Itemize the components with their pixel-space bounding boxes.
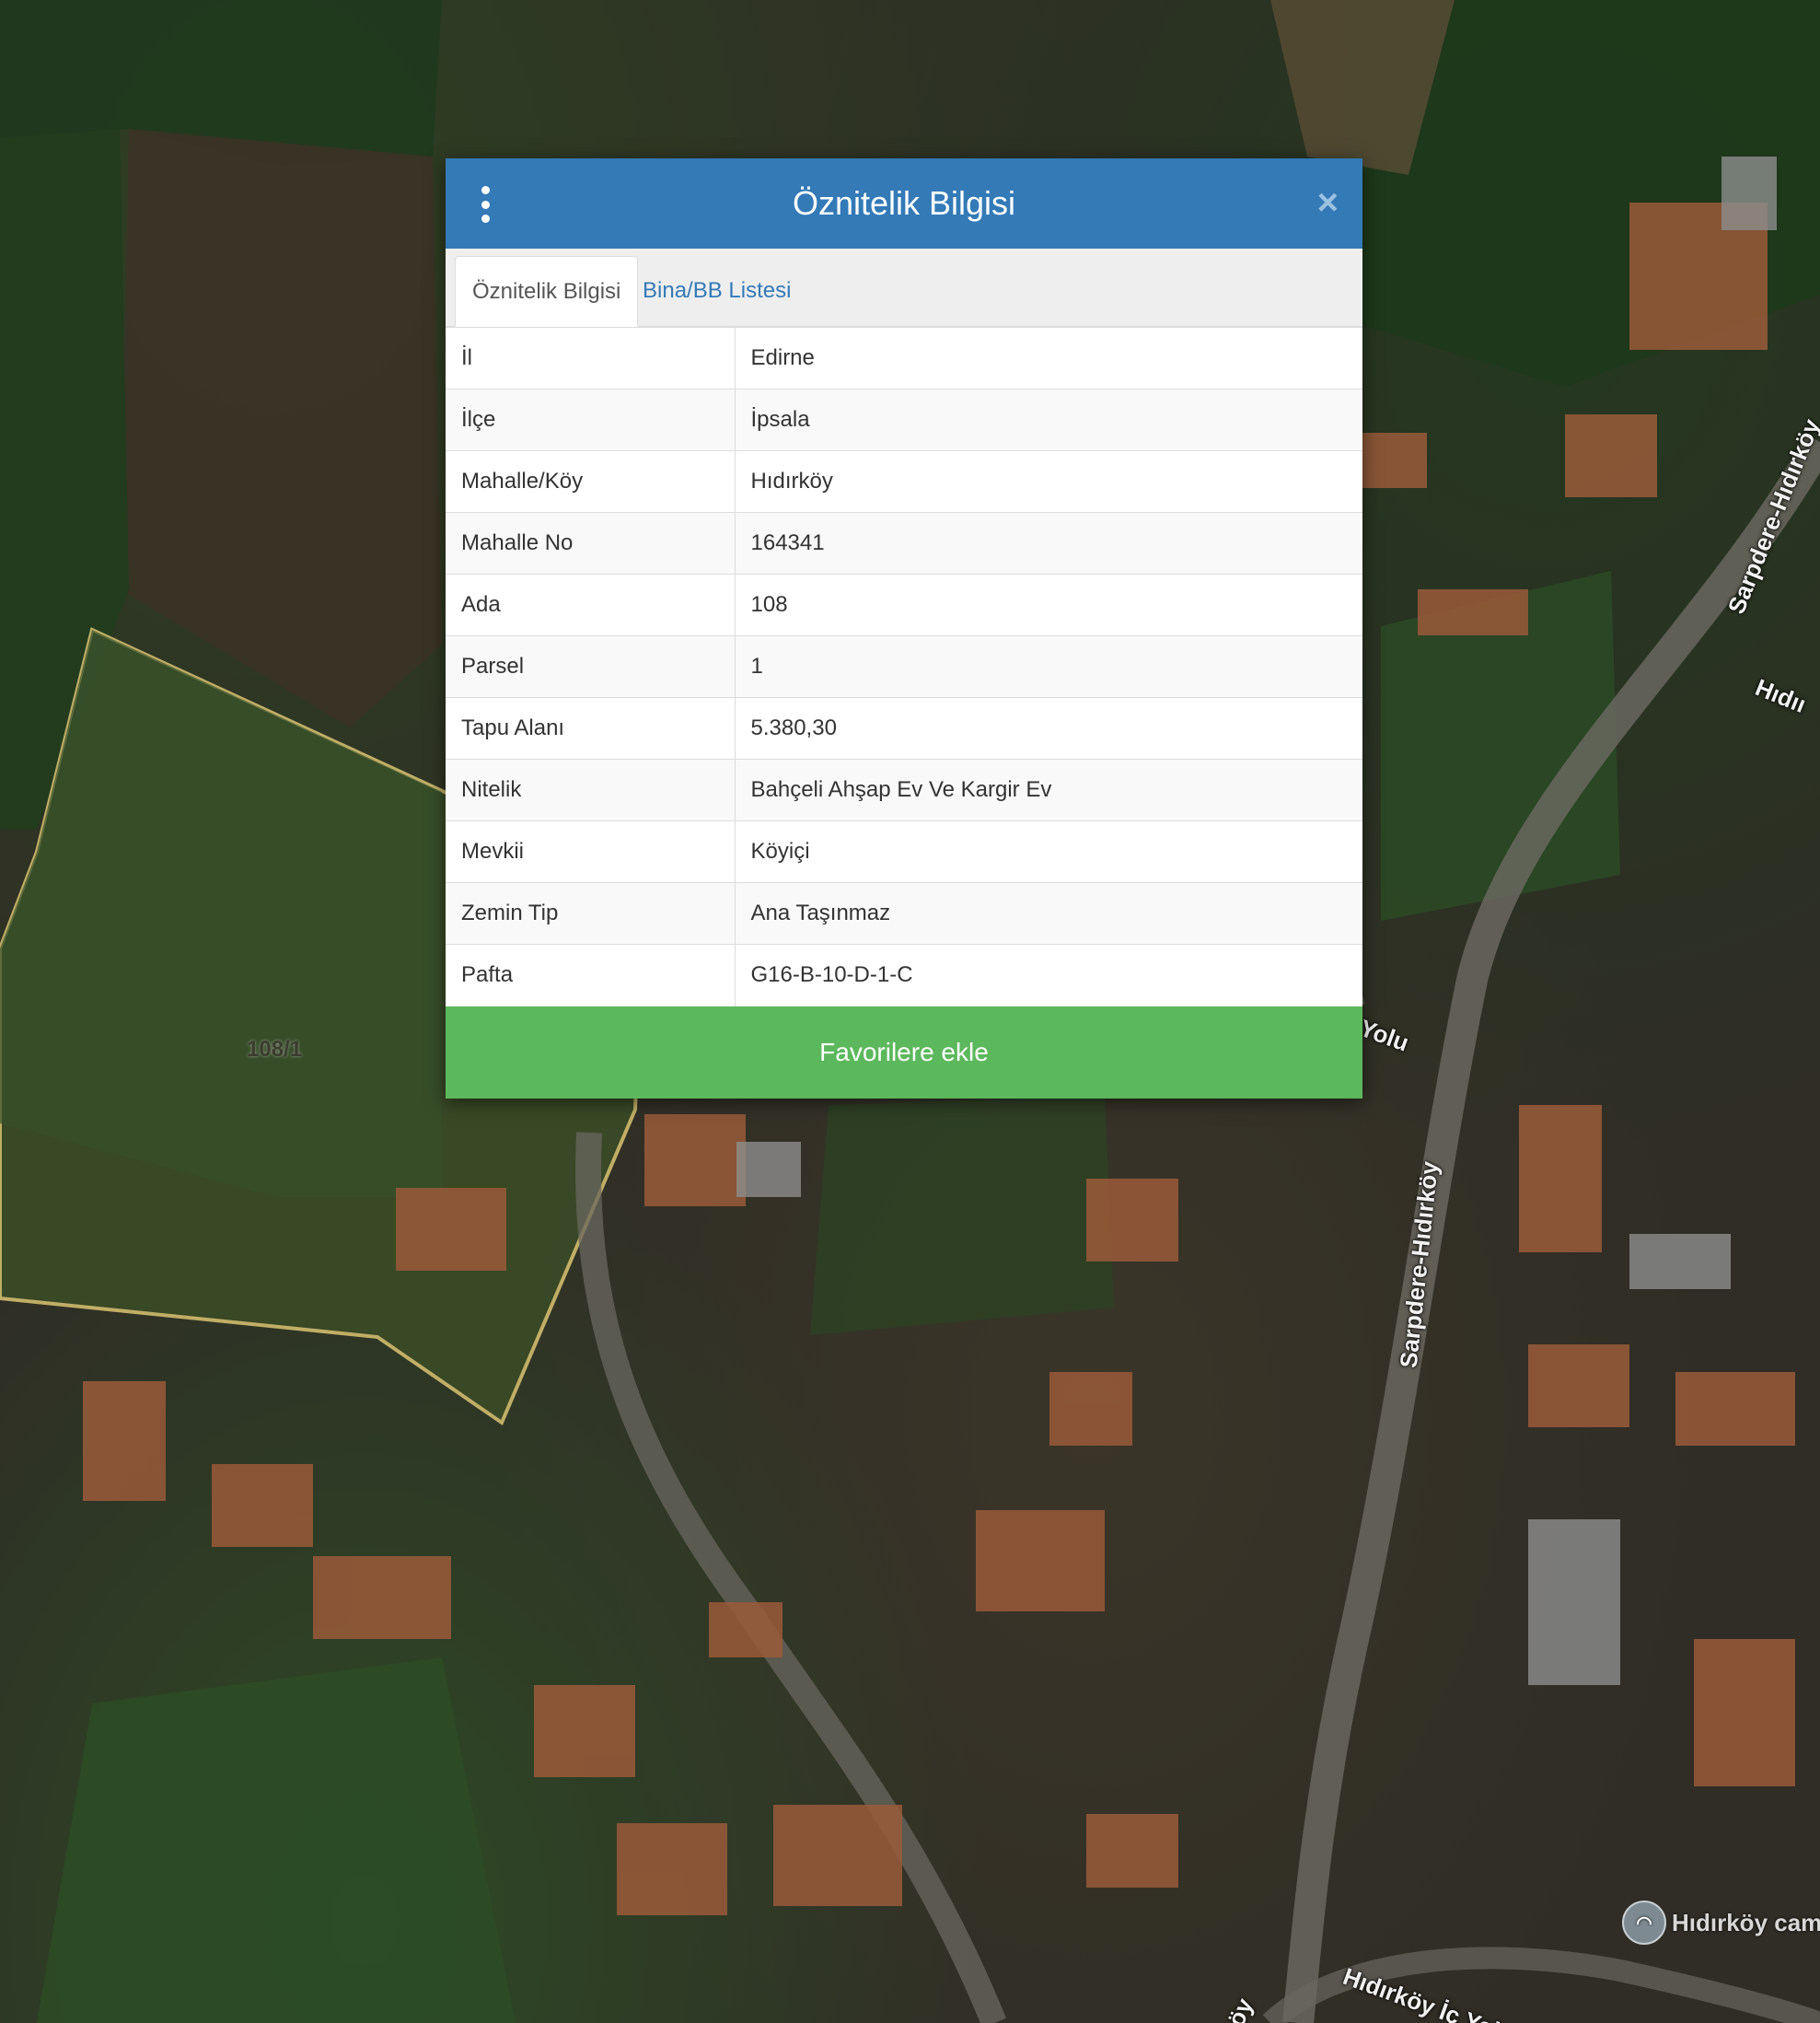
mosque-icon: ◠ [1622, 1901, 1666, 1945]
attribute-key: Mevkii [446, 820, 736, 883]
tab-attribute-info[interactable]: Öznitelik Bilgisi [455, 256, 639, 327]
table-row: Tapu Alanı 5.380,30 [446, 697, 1362, 760]
attribute-value: 108 [735, 574, 1362, 636]
table-row: İlçe İpsala [446, 389, 1362, 451]
attribute-value: Edirne [735, 327, 1362, 389]
attribute-value: Bahçeli Ahşap Ev Ve Kargir Ev [735, 759, 1362, 821]
attribute-value: Ana Taşınmaz [735, 882, 1362, 945]
vertical-ellipsis-icon[interactable] [479, 186, 492, 223]
attribute-table: İl Edirne İlçe İpsala Mahalle/Köy Hıdırköy Mah… [446, 327, 1362, 1006]
attribute-value: Hıdırköy [735, 450, 1362, 513]
attribute-key: Ada [446, 574, 736, 636]
parcel-label: 108/1 [247, 1037, 303, 1062]
table-row: Pafta G16-B-10-D-1-C [446, 944, 1362, 1006]
attribute-key: İl [446, 327, 736, 389]
attribute-key: Zemin Tip [446, 882, 736, 945]
attribute-value: İpsala [735, 389, 1362, 451]
attribute-value: 164341 [735, 512, 1362, 575]
attribute-info-dialog: Öznitelik Bilgisi × Öznitelik Bilgisi Bi… [446, 158, 1362, 1099]
tab-bar: Öznitelik Bilgisi Bina/BB Listesi [446, 249, 1362, 327]
attribute-value: Köyiçi [735, 820, 1362, 883]
tab-building-list[interactable]: Bina/BB Listesi [620, 256, 807, 326]
table-row: İl Edirne [446, 327, 1362, 389]
close-icon[interactable]: × [1317, 184, 1339, 221]
attribute-key: Mahalle No [446, 512, 736, 575]
attribute-value: 1 [735, 635, 1362, 698]
table-row: Zemin Tip Ana Taşınmaz [446, 882, 1362, 945]
attribute-key: İlçe [446, 389, 736, 451]
table-row: Parsel 1 [446, 635, 1362, 698]
table-row: Ada 108 [446, 574, 1362, 636]
table-row: Nitelik Bahçeli Ahşap Ev Ve Kargir Ev [446, 759, 1362, 821]
attribute-key: Pafta [446, 944, 736, 1006]
attribute-key: Nitelik [446, 759, 736, 821]
table-row: Mahalle/Köy Hıdırköy [446, 450, 1362, 513]
table-row: Mahalle No 164341 [446, 512, 1362, 575]
table-row: Mevkii Köyiçi [446, 820, 1362, 883]
attribute-key: Tapu Alanı [446, 697, 736, 760]
dialog-header: Öznitelik Bilgisi × [446, 158, 1362, 249]
attribute-value: G16-B-10-D-1-C [735, 944, 1362, 1006]
add-to-favorites-button[interactable]: Favorilere ekle [446, 1006, 1362, 1099]
attribute-key: Parsel [446, 635, 736, 698]
poi-marker[interactable]: ◠ Hıdırköy cam [1622, 1901, 1820, 1945]
poi-label: Hıdırköy cam [1672, 1908, 1820, 1936]
attribute-value: 5.380,30 [735, 697, 1362, 760]
dialog-title: Öznitelik Bilgisi [792, 184, 1016, 222]
attribute-key: Mahalle/Köy [446, 450, 736, 513]
